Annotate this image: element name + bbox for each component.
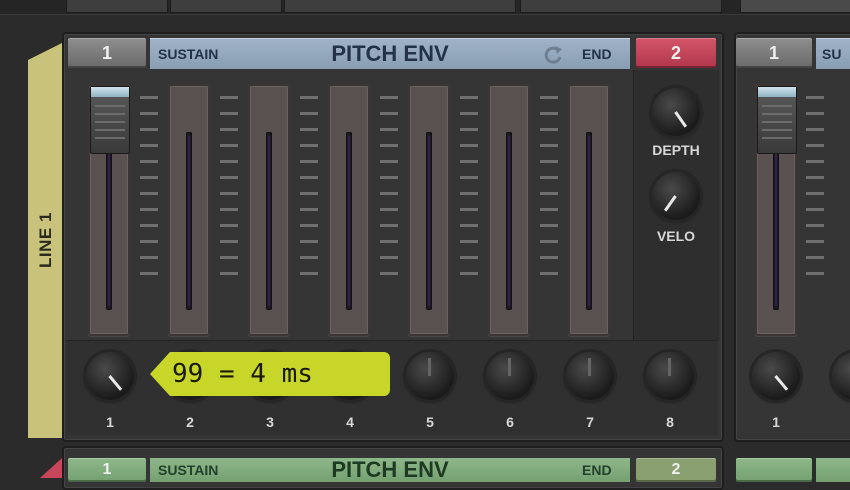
right-knob-number: 1 — [772, 414, 780, 430]
level-ticks — [140, 96, 158, 286]
right-header: SU — [816, 38, 850, 69]
loop-arrow-icon[interactable] — [542, 44, 564, 66]
start-step-label: 1 — [101, 42, 112, 63]
tooltip-text: 99 = 4 ms — [172, 359, 313, 389]
top-cell — [170, 0, 282, 13]
depth-knob[interactable] — [652, 88, 700, 136]
next-start-step-label: 1 — [102, 461, 112, 478]
top-cell — [740, 0, 850, 13]
right-ticks — [806, 96, 824, 286]
level-ticks — [540, 96, 558, 286]
step-knob-number: 7 — [586, 414, 594, 430]
step-knob-7[interactable] — [566, 352, 614, 400]
next-start-step[interactable]: 1 — [68, 458, 146, 482]
level-ticks — [460, 96, 478, 286]
level-ticks — [380, 96, 398, 286]
level-ticks — [220, 96, 238, 286]
velo-knob[interactable] — [652, 172, 700, 220]
step-fader-3[interactable] — [248, 84, 290, 336]
line-side-label: LINE 1 — [28, 42, 64, 438]
next-right-header — [816, 458, 850, 482]
next-right-step[interactable] — [736, 458, 812, 482]
step-fader-5[interactable] — [408, 84, 450, 336]
top-cell — [66, 0, 168, 13]
step-knob-number: 1 — [106, 414, 114, 430]
velo-label: VELO — [656, 228, 696, 244]
step-knob-number: 6 — [506, 414, 514, 430]
top-cell — [520, 0, 722, 13]
end-label: END — [582, 46, 612, 62]
step-knob-5[interactable] — [406, 352, 454, 400]
right-step-knob[interactable] — [752, 352, 800, 400]
step-knob-number: 2 — [186, 414, 194, 430]
right-sustain-label: SU — [822, 46, 842, 62]
start-step-button[interactable]: 1 — [68, 38, 146, 68]
step-knob-number: 5 — [426, 414, 434, 430]
step-knob-6[interactable] — [486, 352, 534, 400]
next-end-step[interactable]: 2 — [636, 458, 716, 482]
step-fader-1[interactable] — [88, 84, 130, 336]
next-header-title: PITCH ENV — [331, 457, 449, 482]
step-knob-number: 3 — [266, 414, 274, 430]
depth-label: DEPTH — [652, 142, 700, 158]
right-fader[interactable] — [755, 84, 797, 336]
pitch-env-header: SUSTAIN PITCH ENV END — [150, 38, 630, 69]
next-line-tab[interactable] — [40, 458, 62, 478]
line-label-text: LINE 1 — [36, 212, 55, 268]
end-step-label: 2 — [670, 42, 681, 63]
next-end-label: END — [582, 462, 612, 478]
right-start-step-label: 1 — [768, 42, 779, 63]
step-fader-6[interactable] — [488, 84, 530, 336]
top-cell — [284, 0, 516, 13]
step-knob-number: 8 — [666, 414, 674, 430]
value-tooltip: 99 = 4 ms — [150, 352, 390, 396]
end-step-button[interactable]: 2 — [636, 38, 716, 68]
level-ticks — [300, 96, 318, 286]
step-fader-2[interactable] — [168, 84, 210, 336]
fader-handle[interactable] — [90, 86, 130, 154]
step-fader-7[interactable] — [568, 84, 610, 336]
next-end-step-label: 2 — [671, 461, 681, 478]
fader-handle[interactable] — [757, 86, 797, 154]
step-knob-1[interactable] — [86, 352, 134, 400]
right-start-step-button[interactable]: 1 — [736, 38, 812, 68]
step-knob-8[interactable] — [646, 352, 694, 400]
next-header: SUSTAIN PITCH ENV END — [150, 457, 630, 482]
step-fader-4[interactable] — [328, 84, 370, 336]
step-knob-number: 4 — [346, 414, 354, 430]
